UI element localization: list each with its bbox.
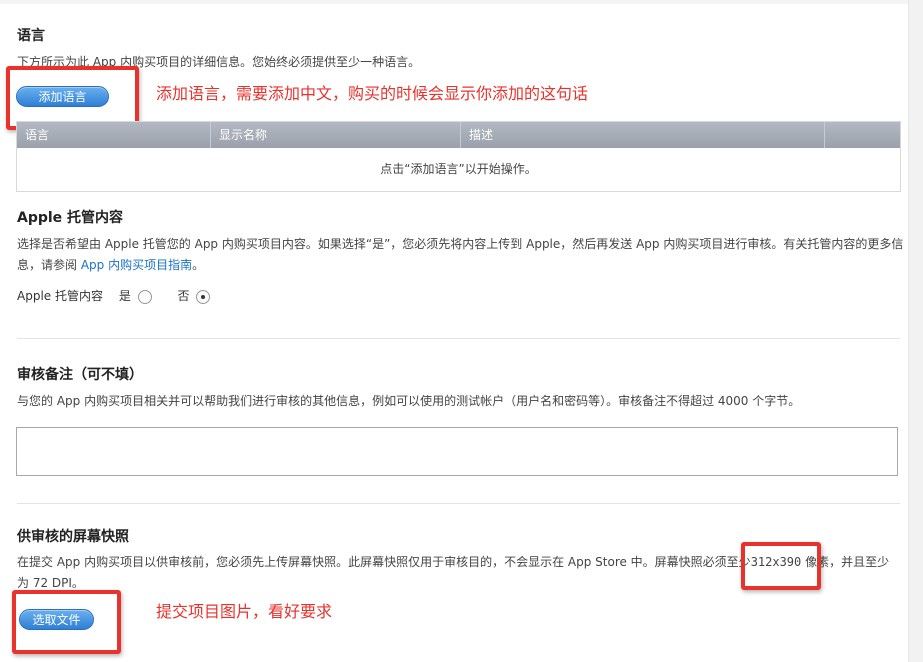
table-header: 语言 显示名称 描述 bbox=[17, 122, 900, 148]
section-divider bbox=[17, 503, 900, 504]
language-table: 语言 显示名称 描述 点击“添加语言”以开始操作。 bbox=[16, 121, 901, 192]
hosting-field-label: Apple 托管内容 bbox=[17, 289, 103, 303]
scrollbar-track[interactable] bbox=[908, 0, 923, 662]
hosting-description: 选择是否希望由 Apple 托管您的 App 内购买项目内容。如果选择“是”，您… bbox=[17, 234, 907, 276]
annotation-choose-file: 提交项目图片，看好要求 bbox=[156, 602, 333, 621]
hosting-description-prefix: 息，请参阅 bbox=[17, 258, 81, 272]
hosting-title: Apple 托管内容 bbox=[17, 210, 124, 226]
hosting-radio-group: Apple 托管内容 是 否 bbox=[17, 287, 211, 305]
option-yes-radio[interactable] bbox=[137, 289, 152, 304]
screenshot-description-line2: 为 72 DPI。 bbox=[17, 576, 84, 590]
annotation-add-language: 添加语言，需要添加中文，购买的时候会显示你添加的这句话 bbox=[156, 84, 589, 103]
review-notes-description: 与您的 App 内购买项目相关并可以帮助我们进行审核的其他信息，例如可以使用的测… bbox=[17, 394, 801, 408]
column-header-description[interactable]: 描述 bbox=[461, 122, 825, 148]
review-notes-textarea[interactable] bbox=[16, 427, 898, 476]
table-empty-message: 点击“添加语言”以开始操作。 bbox=[380, 162, 537, 176]
top-edge bbox=[0, 0, 909, 4]
section-divider bbox=[17, 338, 900, 339]
annotation-box-choose-file bbox=[12, 590, 121, 654]
page: 语言 下方所示为此 App 内购买项目的详细信息。您始终必须提供至少一种语言。 … bbox=[0, 0, 923, 662]
screenshot-title: 供审核的屏幕快照 bbox=[17, 529, 129, 545]
hosting-description-line1: 选择是否希望由 Apple 托管您的 App 内购买项目内容。如果选择“是”，您… bbox=[17, 237, 904, 251]
option-no-label: 否 bbox=[177, 289, 190, 303]
hosting-description-suffix: 。 bbox=[192, 258, 205, 272]
option-no-radio[interactable] bbox=[196, 289, 211, 304]
column-header-language[interactable]: 语言 bbox=[17, 122, 211, 148]
option-yes-label: 是 bbox=[118, 289, 131, 303]
screenshot-description-prefix: 在提交 App 内购买项目以供审核前，您必须先上传屏幕快照。此屏幕快照仅用于审核… bbox=[17, 555, 751, 569]
column-header-display-name[interactable]: 显示名称 bbox=[211, 122, 461, 148]
annotation-box-size bbox=[741, 542, 821, 590]
language-title: 语言 bbox=[17, 28, 45, 44]
iap-guide-link[interactable]: App 内购买项目指南 bbox=[81, 258, 192, 272]
review-notes-title: 审核备注（可不填） bbox=[17, 367, 143, 383]
